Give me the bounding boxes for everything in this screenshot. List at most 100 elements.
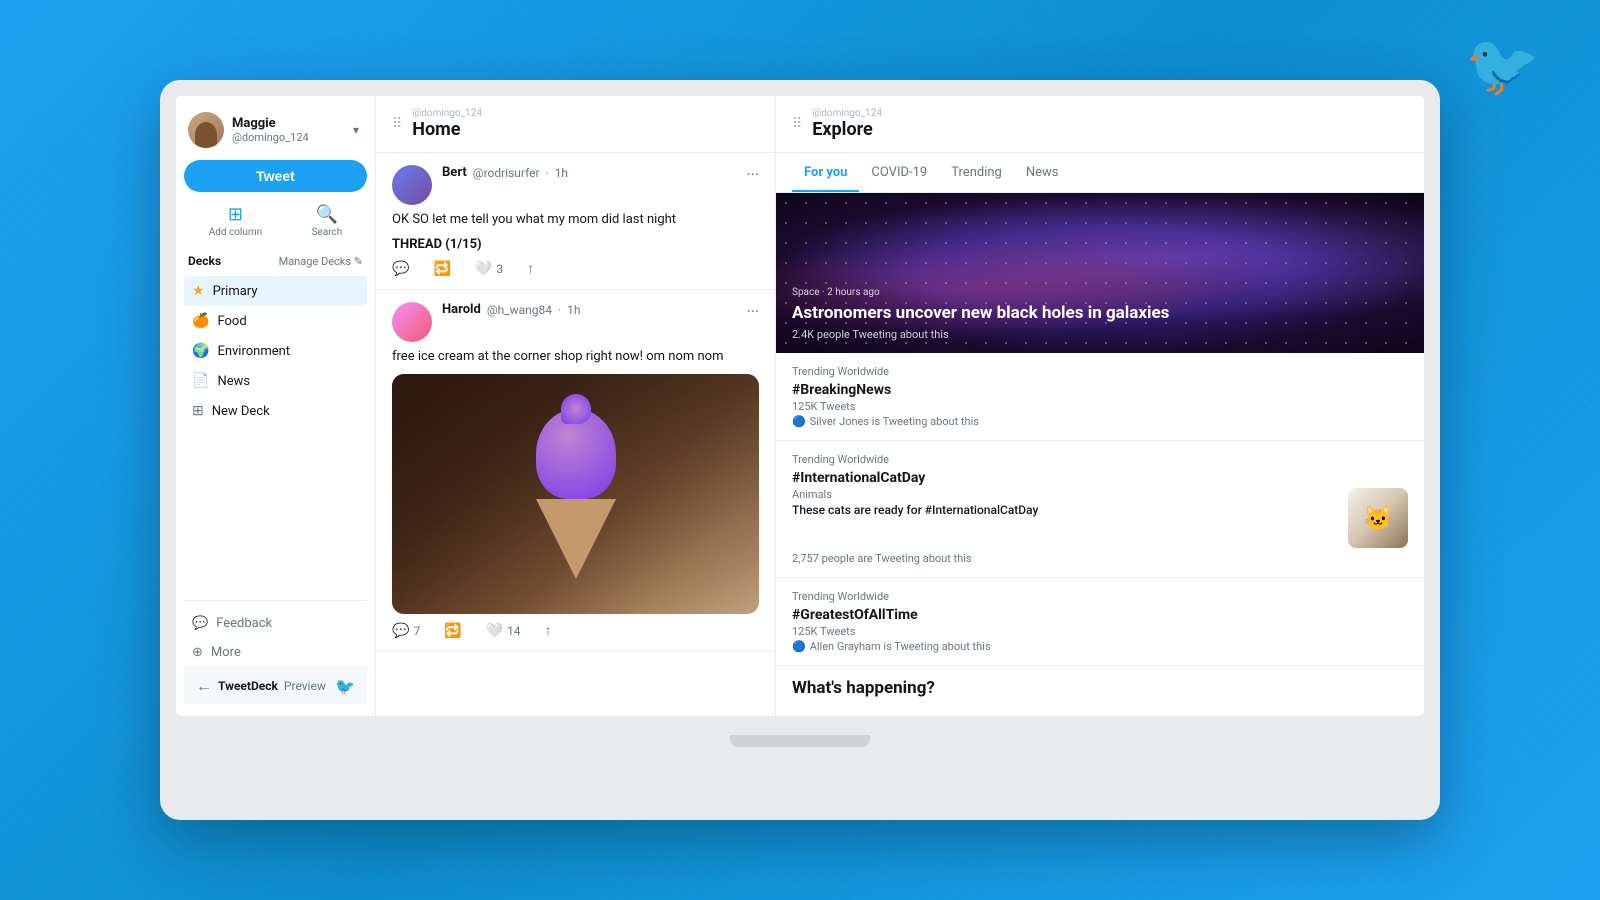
trend-2-thumbnail: 🐱 (1348, 488, 1408, 548)
back-icon: ← (196, 676, 212, 696)
tweet-2: Harold @h_wang84 · 1h ··· free ice cream… (376, 290, 775, 652)
tweet-1-retweet[interactable]: 🔁 (433, 261, 450, 277)
whats-happening: What's happening? (776, 666, 1424, 710)
explore-column-header: ⠿ @domingo_124 Explore (776, 96, 1424, 153)
deck-item-news[interactable]: 📄 News (184, 366, 367, 396)
tweet-2-avatar (392, 302, 432, 342)
tweet-2-like[interactable]: 🤍 14 (486, 623, 521, 639)
twitter-logo-icon: 🐦 (1465, 30, 1540, 101)
hero-stat: 2.4K people Tweeting about this (792, 328, 1169, 341)
deck-label-environment: Environment (217, 344, 290, 359)
tweet-2-author: Harold (442, 302, 481, 317)
tweet-1-like[interactable]: 🤍 3 (475, 261, 503, 277)
search-label: Search (312, 227, 343, 238)
trend-3-label: Trending Worldwide (792, 590, 1408, 603)
trend-3-hashtag: #GreatestOfAllTime (792, 607, 1408, 623)
home-column-title: Home (412, 119, 482, 140)
deck-item-environment[interactable]: 🌍 Environment (184, 336, 367, 366)
trend-goat[interactable]: Trending Worldwide #GreatestOfAllTime 12… (776, 578, 1424, 666)
tweet-1-like-count: 3 (496, 262, 503, 276)
footer-preview: Preview (284, 679, 326, 693)
tweet-2-time-val: 1h (567, 303, 580, 317)
tweet-2-name-row: Harold @h_wang84 · 1h (442, 302, 736, 317)
deck-item-primary[interactable]: ★ Primary (184, 276, 367, 306)
user-info: Maggie @domingo_124 (188, 112, 309, 148)
avatar (188, 112, 224, 148)
tweet-feed[interactable]: Bert @rodrisurfer · 1h ··· OK SO let me … (376, 153, 775, 716)
tweet-2-like-count: 14 (507, 624, 521, 638)
footer-back[interactable]: ← TweetDeck Preview (196, 676, 326, 696)
tweet-1-reply[interactable]: 💬 (392, 261, 409, 277)
tweet-button[interactable]: Tweet (184, 160, 367, 192)
tweet-2-retweet[interactable]: 🔁 (444, 623, 461, 639)
tweet-2-text: free ice cream at the corner shop right … (392, 348, 759, 366)
share-icon-2: ↑ (545, 622, 552, 639)
star-icon: ★ (192, 283, 205, 299)
trend-2-label: Trending Worldwide (792, 453, 1408, 466)
explore-drag-handle[interactable]: ⠿ (792, 116, 802, 132)
tweet-2-handle: @h_wang84 (487, 303, 552, 317)
deck-item-new[interactable]: ⊞ New Deck (184, 396, 367, 426)
sidebar: Maggie @domingo_124 ▾ Tweet ⊞ (176, 96, 376, 716)
tweet-1-author: Bert (442, 165, 467, 180)
tweet-1-handle: @rodrisurfer (473, 166, 540, 180)
feedback-label: Feedback (216, 616, 272, 631)
retweet-icon-2: 🔁 (444, 623, 461, 639)
tweet-2-share[interactable]: ↑ (545, 622, 552, 639)
trend-3-count: 125K Tweets (792, 625, 1408, 638)
search-action[interactable]: 🔍 Search (312, 204, 343, 238)
tweet-2-reply[interactable]: 💬 7 (392, 623, 420, 639)
content-area: ⠿ @domingo_124 Home (376, 96, 1424, 716)
trend-breaking-news[interactable]: Trending Worldwide #BreakingNews 125K Tw… (776, 353, 1424, 441)
tab-covid[interactable]: COVID-19 (859, 153, 939, 192)
more-item[interactable]: ⊕ More (184, 638, 367, 667)
hero-image[interactable]: Space · 2 hours ago Astronomers uncover … (776, 193, 1424, 353)
deck-label-news: News (217, 374, 250, 389)
add-column-label: Add column (209, 227, 262, 238)
tab-for-you[interactable]: For you (792, 153, 859, 192)
trend-2-text: Animals These cats are ready for #Intern… (792, 488, 1338, 517)
search-icon: 🔍 (316, 204, 338, 225)
trend-2-article: These cats are ready for #InternationalC… (792, 503, 1338, 517)
tweetdeck-app: Maggie @domingo_124 ▾ Tweet ⊞ (176, 96, 1424, 716)
new-deck-icon: ⊞ (192, 403, 204, 419)
like-icon-2: 🤍 (486, 623, 503, 639)
decks-title: Decks (188, 254, 221, 268)
deck-label-new: New Deck (212, 404, 270, 419)
tweet-2-actions: 💬 7 🔁 🤍 14 (392, 622, 759, 639)
explore-column-user: @domingo_124 (812, 108, 882, 119)
cat-image: 🐱 (1348, 488, 1408, 548)
tweet-1-more-icon[interactable]: ··· (746, 165, 759, 184)
tweet-1-time-val: 1h (555, 166, 568, 180)
like-icon: 🤍 (475, 261, 492, 277)
user-header[interactable]: Maggie @domingo_124 ▾ (184, 108, 367, 160)
tweetdeck-footer: ← TweetDeck Preview 🐦 (184, 667, 367, 704)
trend-3-note: 🔵 Allen Grayham is Tweeting about this (792, 640, 1408, 653)
laptop-frame: Maggie @domingo_124 ▾ Tweet ⊞ (160, 80, 1440, 820)
display-name: Maggie (232, 116, 309, 131)
manage-decks-link[interactable]: Manage Decks ✎ (279, 255, 363, 268)
note-icon: 🔵 (792, 415, 806, 428)
decks-header: Decks Manage Decks ✎ (184, 254, 367, 268)
tweet-2-time: · (558, 303, 561, 317)
tab-trending[interactable]: Trending (939, 153, 1014, 192)
tweet-1-name-row: Bert @rodrisurfer · 1h (442, 165, 736, 180)
tweet-1: Bert @rodrisurfer · 1h ··· OK SO let me … (376, 153, 775, 290)
explore-column: ⠿ @domingo_124 Explore For you COVID-19 … (776, 96, 1424, 716)
note-icon-3: 🔵 (792, 640, 806, 653)
retweet-icon: 🔁 (433, 261, 450, 277)
laptop-notch (730, 735, 870, 747)
explore-tabs: For you COVID-19 Trending News (776, 153, 1424, 193)
tweet-1-share[interactable]: ↑ (527, 260, 534, 277)
tweet-2-reply-count: 7 (413, 624, 420, 638)
tweet-2-more-icon[interactable]: ··· (746, 302, 759, 321)
tab-news[interactable]: News (1014, 153, 1071, 192)
chevron-down-icon[interactable]: ▾ (353, 123, 359, 137)
deck-item-food[interactable]: 🍊 Food (184, 306, 367, 336)
trend-cat-day[interactable]: Trending Worldwide #InternationalCatDay … (776, 441, 1424, 578)
add-column-action[interactable]: ⊞ Add column (209, 204, 262, 238)
feedback-item[interactable]: 💬 Feedback (184, 609, 367, 638)
tweet-1-actions: 💬 🔁 🤍 3 ↑ (392, 260, 759, 277)
trend-1-label: Trending Worldwide (792, 365, 1408, 378)
drag-handle-icon[interactable]: ⠿ (392, 116, 402, 132)
